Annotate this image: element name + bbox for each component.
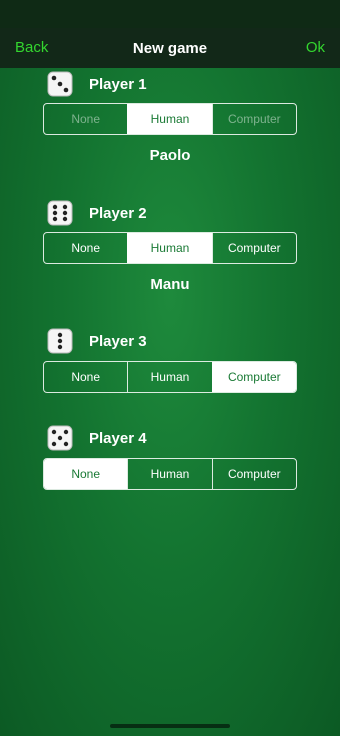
option-computer[interactable]: Computer	[211, 233, 296, 263]
player-label: Player 3	[89, 333, 147, 350]
dice-icon	[47, 328, 73, 354]
status-bar	[0, 0, 340, 28]
option-none[interactable]: None	[44, 233, 127, 263]
player-name[interactable]: Manu	[43, 276, 297, 293]
page-title: New game	[132, 39, 208, 57]
option-none[interactable]: None	[44, 362, 127, 392]
ok-button[interactable]: Ok	[306, 28, 325, 68]
player-type-control: None Human Computer	[43, 361, 297, 393]
player-type-control: None Human Computer	[43, 103, 297, 135]
player-1-section: Player 1 None Human Computer Paolo	[43, 70, 297, 164]
option-human[interactable]: Human	[127, 459, 211, 489]
option-computer[interactable]: Computer	[211, 459, 296, 489]
dice-icon	[47, 200, 73, 226]
player-type-control: None Human Computer	[43, 458, 297, 490]
option-none[interactable]: None	[44, 104, 127, 134]
player-3-section: Player 3 None Human Computer	[43, 327, 297, 393]
option-none[interactable]: None	[44, 459, 128, 489]
player-label: Player 4	[89, 430, 147, 447]
navigation-bar: Back New game Ok	[0, 28, 340, 68]
player-name[interactable]: Paolo	[43, 147, 297, 164]
back-button[interactable]: Back	[15, 28, 48, 68]
dice-icon	[47, 425, 73, 451]
option-human[interactable]: Human	[127, 104, 212, 134]
home-indicator	[110, 724, 230, 728]
dice-icon	[47, 71, 73, 97]
player-label: Player 1	[89, 76, 147, 93]
player-type-control: None Human Computer	[43, 232, 297, 264]
player-4-section: Player 4 None Human Computer	[43, 424, 297, 490]
option-computer[interactable]: Computer	[211, 104, 296, 134]
player-2-section: Player 2 None Human Computer Manu	[43, 199, 297, 293]
player-label: Player 2	[89, 205, 147, 222]
option-computer[interactable]: Computer	[211, 362, 296, 392]
option-human[interactable]: Human	[127, 362, 211, 392]
option-human[interactable]: Human	[127, 233, 212, 263]
